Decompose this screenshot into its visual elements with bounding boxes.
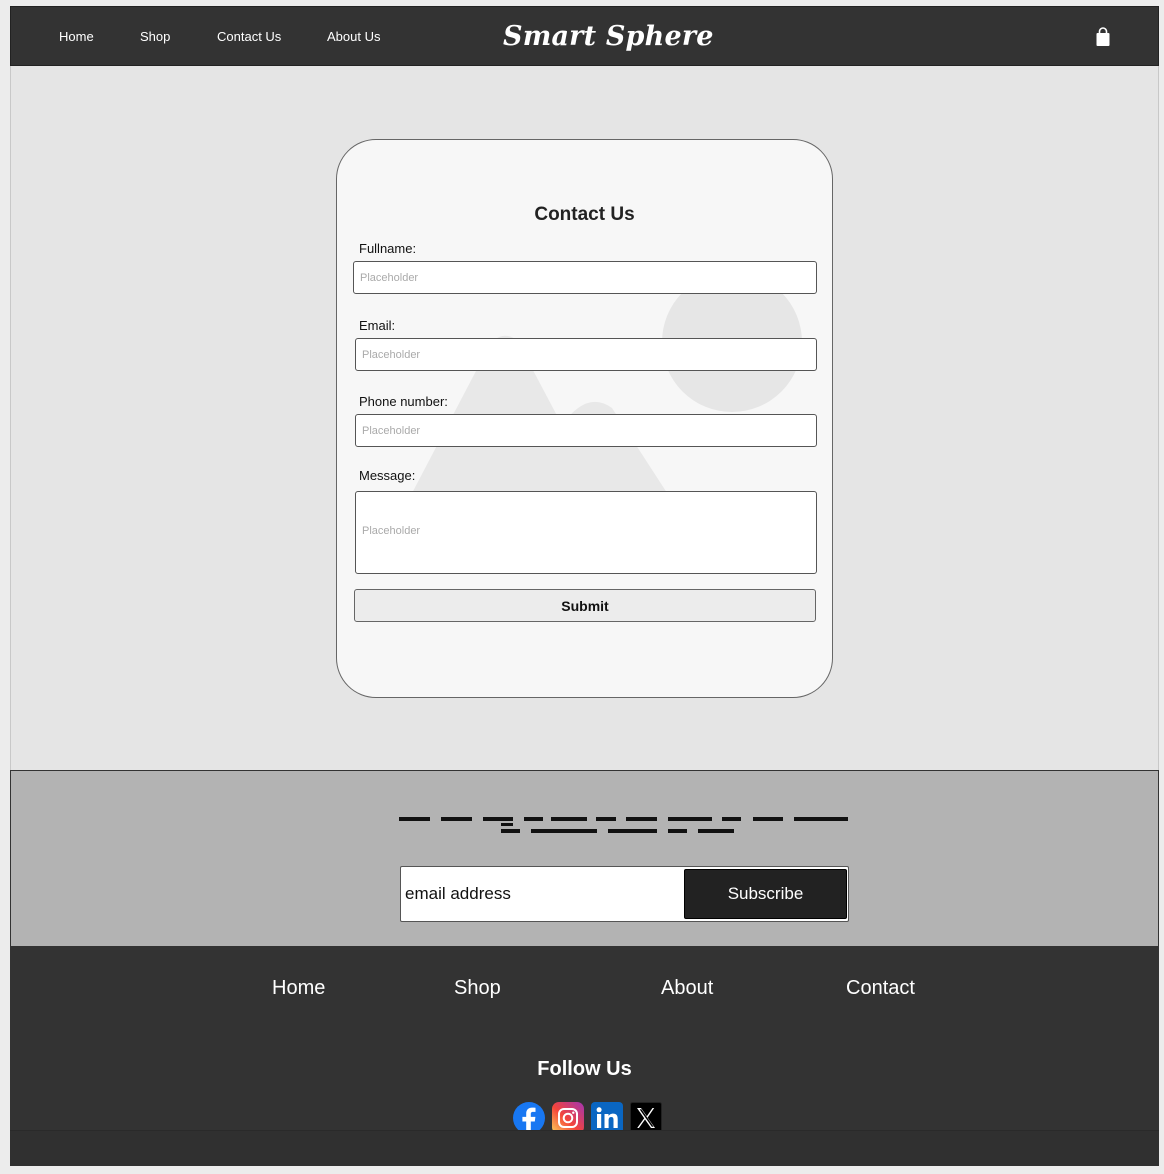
footer-bottom-bar (10, 1130, 1159, 1166)
subscribe-button[interactable]: Subscribe (684, 869, 847, 919)
nav-about-link[interactable]: About Us (327, 29, 380, 44)
top-navbar: Home Shop Contact Us About Us Smart Sphe… (10, 6, 1159, 66)
brand-logo[interactable]: Smart Sphere (503, 21, 714, 52)
contact-form-title: Contact Us (534, 204, 635, 225)
phone-label: Phone number: (359, 394, 448, 409)
nav-contact-link[interactable]: Contact Us (217, 29, 281, 44)
footer: Home Shop About Contact Follow Us (10, 947, 1159, 1166)
follow-us-title: Follow Us (537, 1058, 632, 1080)
email-label: Email: (359, 318, 396, 333)
newsletter-email-input[interactable] (405, 875, 675, 913)
phone-input[interactable] (355, 414, 817, 447)
footer-about-link[interactable]: About (661, 977, 713, 1000)
fullname-label: Fullname: (359, 241, 417, 256)
nav-home-link[interactable]: Home (59, 29, 94, 44)
contact-card: Contact Us Fullname: Email: Phone number… (336, 139, 833, 698)
footer-home-link[interactable]: Home (272, 977, 325, 1000)
footer-shop-link[interactable]: Shop (454, 977, 501, 1000)
submit-button[interactable]: Submit (354, 589, 816, 622)
newsletter-section: Subscribe (10, 770, 1159, 947)
message-textarea[interactable] (355, 491, 817, 574)
message-label: Message: (359, 468, 416, 483)
redacted-heading-graphic (399, 817, 848, 833)
fullname-input[interactable] (353, 261, 817, 294)
nav-shop-link[interactable]: Shop (140, 29, 170, 44)
email-input[interactable] (355, 338, 817, 371)
footer-contact-link[interactable]: Contact (846, 977, 915, 1000)
subscribe-form: Subscribe (400, 866, 849, 922)
shopping-bag-icon[interactable] (1095, 27, 1111, 47)
